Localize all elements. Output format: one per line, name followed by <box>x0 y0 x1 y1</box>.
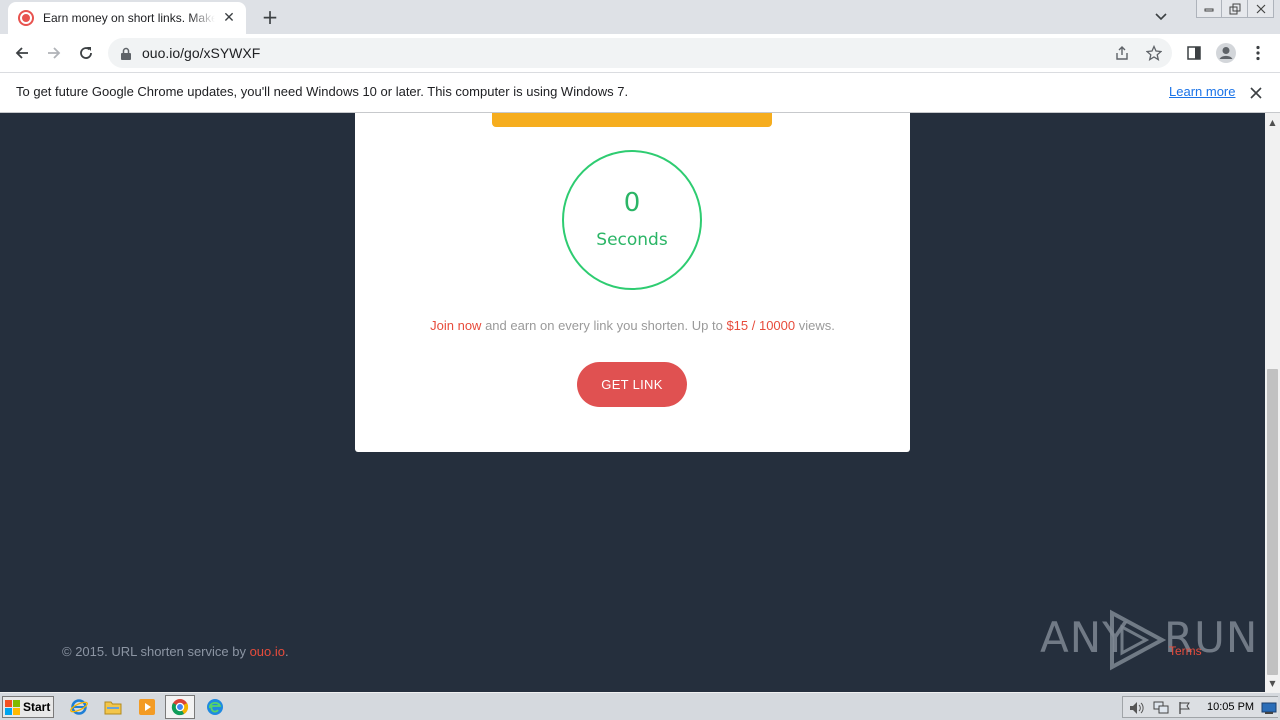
restore-icon[interactable] <box>1222 0 1248 18</box>
tab-title: Earn money on short links. Make short li… <box>43 11 215 25</box>
file-explorer-icon[interactable] <box>102 697 124 717</box>
window-controls <box>1196 0 1274 20</box>
windows-taskbar: Start 10:05 PM <box>0 692 1280 720</box>
media-player-icon[interactable] <box>136 697 158 717</box>
promo-end: views. <box>795 318 835 333</box>
page-viewport: 0 Seconds Join now and earn on every lin… <box>0 113 1265 692</box>
promo-text: Join now and earn on every link you shor… <box>355 318 910 333</box>
tab-search-chevron-icon[interactable] <box>1150 8 1172 26</box>
update-infobar: To get future Google Chrome updates, you… <box>0 72 1280 113</box>
browser-toolbar: ouo.io/go/xSYWXF <box>0 34 1280 72</box>
tab-close-icon[interactable]: ✕ <box>220 9 238 27</box>
menu-kebab-icon[interactable] <box>1244 39 1272 67</box>
content-card: 0 Seconds Join now and earn on every lin… <box>355 113 910 452</box>
lock-icon[interactable] <box>120 46 132 60</box>
show-desktop-icon[interactable] <box>1261 700 1277 716</box>
bookmark-star-icon[interactable] <box>1146 45 1162 61</box>
windows-logo-icon <box>5 699 20 715</box>
orange-banner <box>492 113 772 127</box>
profile-avatar-icon[interactable] <box>1212 39 1240 67</box>
footer-suffix: . <box>285 644 289 659</box>
join-now-link[interactable]: Join now <box>430 318 481 333</box>
url-text: ouo.io/go/xSYWXF <box>142 45 261 61</box>
watermark-left-text: ANY <box>1040 613 1129 662</box>
action-center-flag-icon[interactable] <box>1177 700 1193 716</box>
timer-value: 0 <box>623 188 641 218</box>
vertical-scrollbar[interactable]: ▲ ▼ <box>1265 113 1280 692</box>
minimize-icon[interactable] <box>1196 0 1222 18</box>
terms-link[interactable]: Terms <box>1169 644 1202 658</box>
footer-prefix: © 2015. URL shorten service by <box>62 644 250 659</box>
play-triangle-icon <box>1110 609 1166 671</box>
scroll-down-arrow-icon[interactable]: ▼ <box>1265 676 1280 690</box>
tab-strip: Earn money on short links. Make short li… <box>0 0 1280 34</box>
anyrun-watermark: ANY RUN <box>1040 607 1257 673</box>
ouo-favicon-icon <box>18 10 34 26</box>
system-tray: 10:05 PM <box>1122 696 1278 718</box>
forward-arrow-icon[interactable] <box>40 39 68 67</box>
back-arrow-icon[interactable] <box>8 39 36 67</box>
share-icon[interactable] <box>1114 45 1130 61</box>
start-label: Start <box>23 700 51 714</box>
chrome-taskbar-icon[interactable] <box>165 695 195 719</box>
address-bar[interactable]: ouo.io/go/xSYWXF <box>108 38 1172 68</box>
new-tab-plus-icon[interactable]: + <box>258 5 282 29</box>
edge-icon[interactable] <box>204 697 226 717</box>
timer-unit: Seconds <box>596 230 668 250</box>
taskbar-clock[interactable]: 10:05 PM <box>1207 701 1254 713</box>
countdown-timer: 0 Seconds <box>562 150 702 290</box>
close-window-icon[interactable] <box>1248 0 1274 18</box>
volume-icon[interactable] <box>1129 700 1145 716</box>
scroll-thumb[interactable] <box>1267 369 1278 675</box>
promo-middle: and earn on every link you shorten. Up t… <box>481 318 727 333</box>
side-panel-icon[interactable] <box>1180 39 1208 67</box>
footer-brand-link[interactable]: ouo.io <box>250 644 285 659</box>
get-link-button[interactable]: GET LINK <box>577 362 687 407</box>
scroll-up-arrow-icon[interactable]: ▲ <box>1265 115 1280 129</box>
infobar-message: To get future Google Chrome updates, you… <box>16 84 629 99</box>
network-icon[interactable] <box>1153 700 1169 716</box>
browser-tab[interactable]: Earn money on short links. Make short li… <box>8 2 246 34</box>
learn-more-link[interactable]: Learn more <box>1169 84 1235 99</box>
footer-copyright: © 2015. URL shorten service by ouo.io. <box>62 644 289 659</box>
internet-explorer-icon[interactable] <box>68 697 90 717</box>
start-button[interactable]: Start <box>2 696 54 718</box>
promo-rate: $15 / 10000 <box>726 318 796 333</box>
reload-icon[interactable] <box>72 39 100 67</box>
infobar-close-icon[interactable] <box>1246 83 1266 103</box>
